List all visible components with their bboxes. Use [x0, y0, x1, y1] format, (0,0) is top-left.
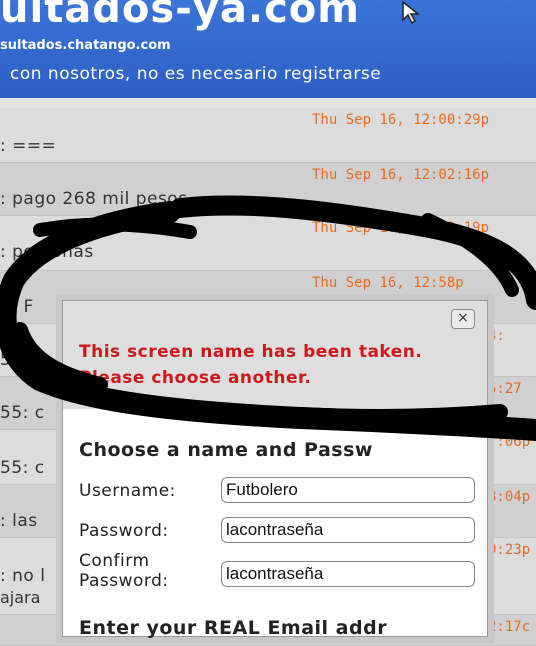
site-header: ultados-ya.com sultados.chatango.com con… [0, 0, 536, 98]
email-heading: Enter your REAL Email addr [79, 617, 388, 639]
username-label: Username: [79, 481, 176, 501]
chat-timestamp: Thu Sep 16, 12:00:29p [312, 112, 490, 128]
chat-timestamp: 4: [488, 328, 505, 344]
site-title: ultados-ya.com [0, 0, 360, 32]
chat-message: 5: j [0, 350, 29, 370]
chat-message: 55: c [0, 458, 45, 478]
form-heading: Choose a name and Passw [79, 439, 373, 461]
chat-timestamp: 5:27 [488, 381, 522, 397]
password-input[interactable] [221, 517, 475, 543]
confirm-password-input[interactable] [221, 561, 475, 587]
confirm-label-line2: Password: [79, 571, 169, 591]
chat-row: : pago 268 mil pesos Thu Sep 16, 12:02:1… [0, 163, 536, 216]
chat-message: 2: F [0, 297, 34, 317]
chat-timestamp: 2:17c [488, 619, 531, 635]
login-dialog: × This screen name has been taken. Pleas… [62, 300, 488, 639]
mouse-cursor-icon [402, 0, 421, 24]
chat-message: : las [0, 511, 38, 531]
username-input[interactable] [221, 477, 475, 503]
confirm-password-label: Confirm Password: [79, 551, 169, 591]
chat-timestamp: 7:06p [488, 434, 531, 450]
chat-row: : === Thu Sep 16, 12:00:29p [0, 108, 536, 163]
header-divider [0, 98, 536, 108]
chat-message: : === [0, 136, 57, 156]
chat-message: 55: c [0, 403, 45, 423]
chat-message: : personas [0, 242, 94, 262]
chat-timestamp: 9:23p [488, 542, 531, 558]
chat-message: : pago 268 mil pesos [0, 189, 188, 209]
dialog-error-area: × This screen name has been taken. Pleas… [63, 301, 487, 409]
login-form: Choose a name and Passw Username: Passwo… [63, 409, 487, 636]
chat-timestamp: Thu Sep 16, 12:02:16p [312, 167, 490, 183]
chat-row: : personas Thu Sep 16, 12:02:19p [0, 216, 536, 271]
site-url[interactable]: sultados.chatango.com [0, 38, 171, 53]
chat-timestamp: 8:04p [488, 489, 531, 505]
error-message: This screen name has been taken. Please … [79, 342, 423, 388]
confirm-label-line1: Confirm [79, 551, 150, 571]
chat-timestamp: Thu Sep 16, 12:58p [312, 275, 464, 291]
site-tagline: con nosotros, no es necesario registrars… [10, 64, 382, 84]
chat-message: : no l [0, 566, 46, 586]
chat-timestamp: Thu Sep 16, 12:02:19p [312, 220, 490, 236]
close-button[interactable]: × [451, 309, 475, 329]
chat-message-continued: ajara [0, 588, 41, 607]
password-label: Password: [79, 521, 169, 541]
